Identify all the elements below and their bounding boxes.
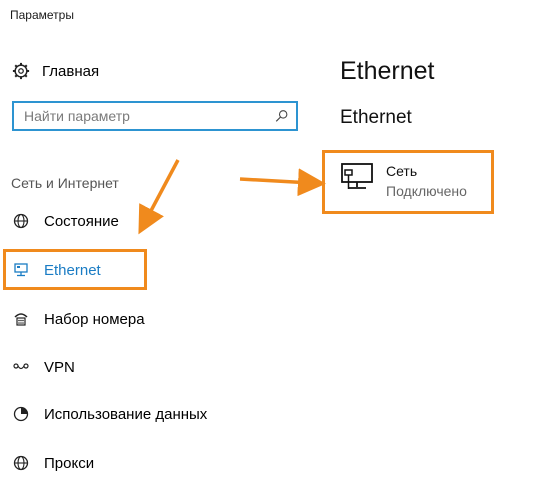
home-label: Главная [42,62,100,80]
app-title: Параметры [10,8,74,22]
annotation-box-ethernet [3,249,147,290]
vpn-icon [12,358,30,376]
sidebar-item-label: Состояние [44,212,119,230]
page-title: Ethernet [340,57,435,85]
network-status: Подключено [386,183,467,199]
search-input[interactable] [22,107,275,125]
sidebar-item-vpn[interactable]: VPN [12,358,75,376]
gear-icon [12,62,30,80]
sidebar-item-status[interactable]: Состояние [12,212,119,230]
sidebar-item-label: Использование данных [44,405,208,423]
data-usage-icon [12,405,30,423]
sidebar-item-label: VPN [44,358,75,376]
section-heading: Ethernet [340,107,412,128]
home-link[interactable]: Главная [12,62,99,80]
globe-icon [12,212,30,230]
sidebar-item-label: Прокси [44,454,95,472]
network-name: Сеть [386,163,418,179]
section-title: Сеть и Интернет [11,175,119,191]
annotation-arrow-right [239,168,326,197]
search-box[interactable] [12,101,298,131]
globe-icon [12,454,30,472]
sidebar-item-data-usage[interactable]: Использование данных [12,405,207,423]
annotation-arrow-down [138,159,180,235]
search-icon[interactable] [275,109,288,123]
sidebar-item-label: Набор номера [44,310,145,328]
sidebar-item-dialup[interactable]: Набор номера [12,310,145,328]
dialup-icon [12,310,30,328]
sidebar-item-proxy[interactable]: Прокси [12,454,94,472]
network-computer-icon [341,163,373,189]
